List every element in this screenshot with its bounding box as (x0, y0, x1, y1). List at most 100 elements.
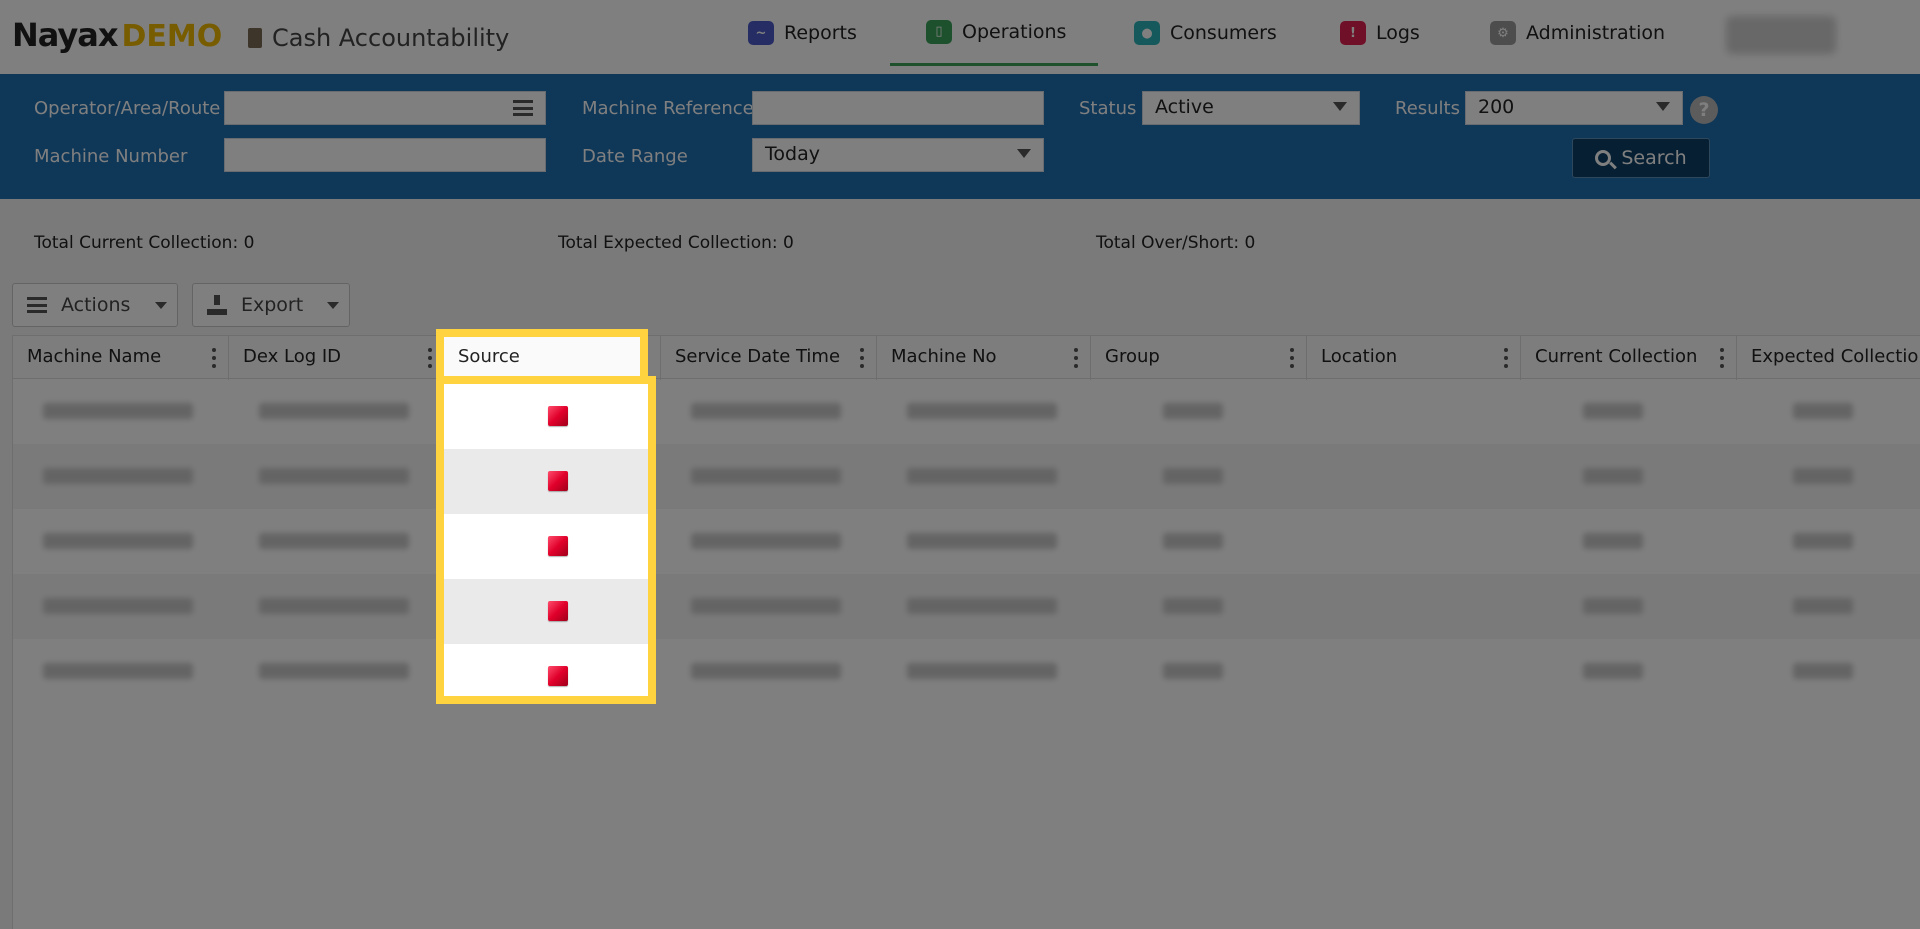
grid-header: Machine Name Dex Log ID Service Date Tim… (13, 335, 1920, 380)
redacted-cell (691, 468, 841, 484)
search-icon (1595, 150, 1612, 166)
redacted-cell (1163, 468, 1223, 484)
operations-icon: ▯ (926, 19, 952, 44)
redacted-cell (259, 468, 409, 484)
nav-operations-label: Operations (962, 20, 1067, 43)
status-value: Active (1155, 96, 1214, 118)
column-menu-icon[interactable] (1074, 348, 1078, 368)
reports-icon: ~ (748, 21, 774, 45)
menu-icon (27, 297, 47, 313)
nav-logs[interactable]: ! Logs (1340, 0, 1420, 66)
operator-input[interactable] (224, 91, 546, 125)
cash-icon (248, 28, 262, 48)
column-menu-icon[interactable] (428, 348, 432, 368)
column-header-machine-no[interactable]: Machine No (877, 336, 1091, 380)
logs-icon: ! (1340, 21, 1366, 45)
redacted-cell (1583, 403, 1643, 419)
redacted-cell (259, 403, 409, 419)
source-column-highlight (436, 376, 656, 704)
chevron-down-icon (155, 302, 167, 309)
column-menu-icon[interactable] (212, 348, 216, 368)
total-overshort-label: Total Over/Short: (1096, 233, 1240, 253)
date-range-value: Today (765, 143, 820, 165)
column-menu-icon[interactable] (1290, 348, 1294, 368)
results-select[interactable]: 200 (1465, 91, 1683, 125)
chevron-down-icon (1017, 149, 1031, 158)
download-icon (207, 295, 227, 315)
column-header-location[interactable]: Location (1307, 336, 1521, 380)
machine-reference-input[interactable] (752, 91, 1044, 125)
date-range-select[interactable]: Today (752, 138, 1044, 172)
total-current-label: Total Current Collection: (34, 233, 239, 253)
column-header-expected-collection[interactable]: Expected Collection (1737, 336, 1920, 380)
table-row[interactable] (13, 444, 1920, 509)
redacted-cell (1163, 598, 1223, 614)
actions-button[interactable]: Actions (12, 283, 178, 327)
list-icon[interactable] (513, 100, 533, 116)
redacted-cell (1793, 468, 1853, 484)
column-menu-icon[interactable] (1504, 348, 1508, 368)
source-cell[interactable] (444, 514, 648, 579)
help-icon[interactable]: ? (1690, 96, 1718, 124)
source-dex-icon (548, 471, 568, 491)
table-row[interactable] (13, 574, 1920, 639)
column-label: Dex Log ID (243, 346, 342, 367)
source-dex-icon (548, 666, 568, 686)
source-cell[interactable] (444, 384, 648, 449)
results-label: Results (1395, 98, 1460, 119)
page-title: Cash Accountability (248, 24, 509, 52)
column-label: Expected Collection (1751, 346, 1920, 367)
redacted-cell (1793, 403, 1853, 419)
nav-operations[interactable]: ▯ Operations (890, 0, 1098, 66)
search-button[interactable]: Search (1572, 138, 1710, 178)
nav-reports[interactable]: ~ Reports (748, 0, 857, 66)
redacted-cell (1793, 533, 1853, 549)
source-dex-icon (548, 536, 568, 556)
redacted-cell (1583, 598, 1643, 614)
column-header-group[interactable]: Group (1091, 336, 1307, 380)
column-menu-icon[interactable] (860, 348, 864, 368)
table-row[interactable] (13, 509, 1920, 574)
nav-logs-label: Logs (1376, 22, 1420, 44)
redacted-cell (1163, 663, 1223, 679)
column-header-dex-log-id[interactable]: Dex Log ID (229, 336, 445, 380)
total-expected-label: Total Expected Collection: (558, 233, 778, 253)
source-cell[interactable] (444, 579, 648, 644)
column-header-machine-name[interactable]: Machine Name (13, 336, 229, 380)
redacted-cell (43, 533, 193, 549)
nav-administration[interactable]: ⚙ Administration (1490, 0, 1665, 66)
redacted-cell (691, 533, 841, 549)
redacted-cell (1583, 663, 1643, 679)
redacted-cell (907, 468, 1057, 484)
source-dex-icon (548, 601, 568, 621)
cash-accountability-grid: Machine Name Dex Log ID Service Date Tim… (12, 335, 1920, 929)
redacted-cell (43, 663, 193, 679)
status-select[interactable]: Active (1142, 91, 1360, 125)
nav-consumers[interactable]: ● Consumers (1134, 0, 1277, 66)
table-row[interactable] (13, 639, 1920, 704)
machine-number-input[interactable] (224, 138, 546, 172)
operator-label: Operator/Area/Route (34, 98, 221, 119)
user-menu-avatar[interactable] (1726, 16, 1836, 54)
redacted-cell (1583, 468, 1643, 484)
machine-number-label: Machine Number (34, 146, 188, 167)
machine-reference-label: Machine Reference (582, 98, 754, 119)
nayax-logo[interactable]: Nayax DEMO (12, 16, 222, 54)
source-cell[interactable] (444, 644, 648, 696)
column-label: Current Collection (1535, 346, 1698, 367)
source-cell[interactable] (444, 449, 648, 514)
redacted-cell (259, 663, 409, 679)
column-header-service-date-time[interactable]: Service Date Time (661, 336, 877, 380)
redacted-cell (43, 403, 193, 419)
actions-label: Actions (61, 294, 131, 316)
column-header-current-collection[interactable]: Current Collection (1521, 336, 1737, 380)
export-label: Export (241, 294, 304, 316)
column-menu-icon[interactable] (1720, 348, 1724, 368)
redacted-cell (43, 468, 193, 484)
export-button[interactable]: Export (192, 283, 350, 327)
redacted-cell (907, 598, 1057, 614)
column-label: Group (1105, 346, 1160, 367)
table-row[interactable] (13, 379, 1920, 444)
redacted-cell (691, 403, 841, 419)
nav-consumers-label: Consumers (1170, 22, 1277, 44)
